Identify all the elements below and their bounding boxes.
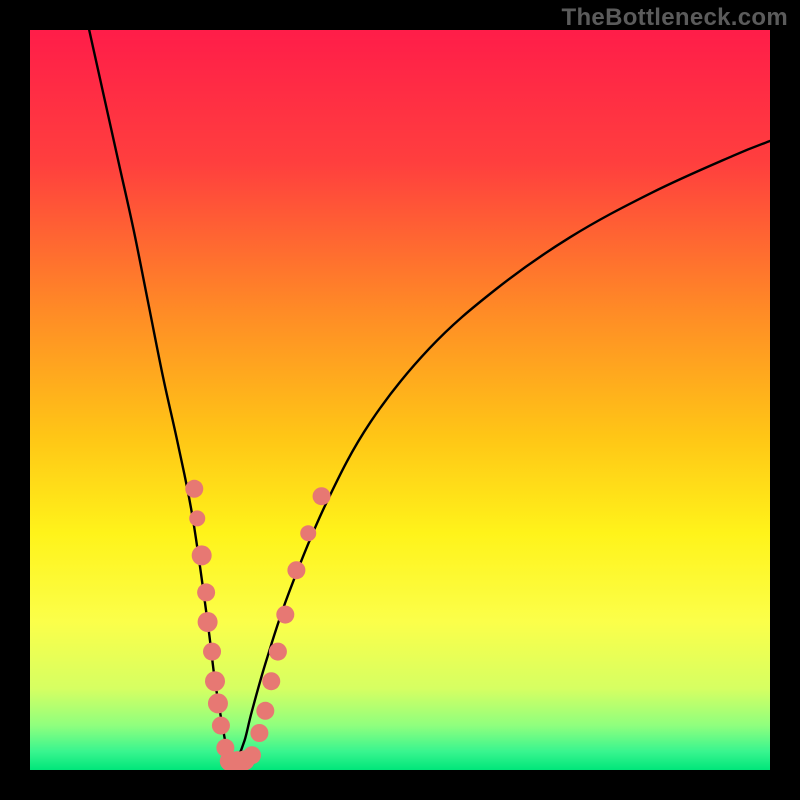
data-marker: [300, 525, 316, 541]
data-marker: [192, 545, 212, 565]
data-marker: [287, 561, 305, 579]
bottleneck-curve: [30, 30, 770, 770]
data-marker: [189, 510, 205, 526]
data-marker: [197, 583, 215, 601]
data-marker: [276, 606, 294, 624]
plot-area: [30, 30, 770, 770]
data-marker: [313, 487, 331, 505]
data-marker: [269, 643, 287, 661]
data-marker: [262, 672, 280, 690]
chart-frame: TheBottleneck.com: [0, 0, 800, 800]
data-marker: [208, 693, 228, 713]
data-marker: [198, 612, 218, 632]
data-marker: [185, 480, 203, 498]
data-marker: [212, 717, 230, 735]
data-marker: [205, 671, 225, 691]
data-marker: [243, 746, 261, 764]
data-marker: [250, 724, 268, 742]
data-marker: [203, 643, 221, 661]
watermark-text: TheBottleneck.com: [562, 4, 788, 32]
data-marker: [256, 702, 274, 720]
